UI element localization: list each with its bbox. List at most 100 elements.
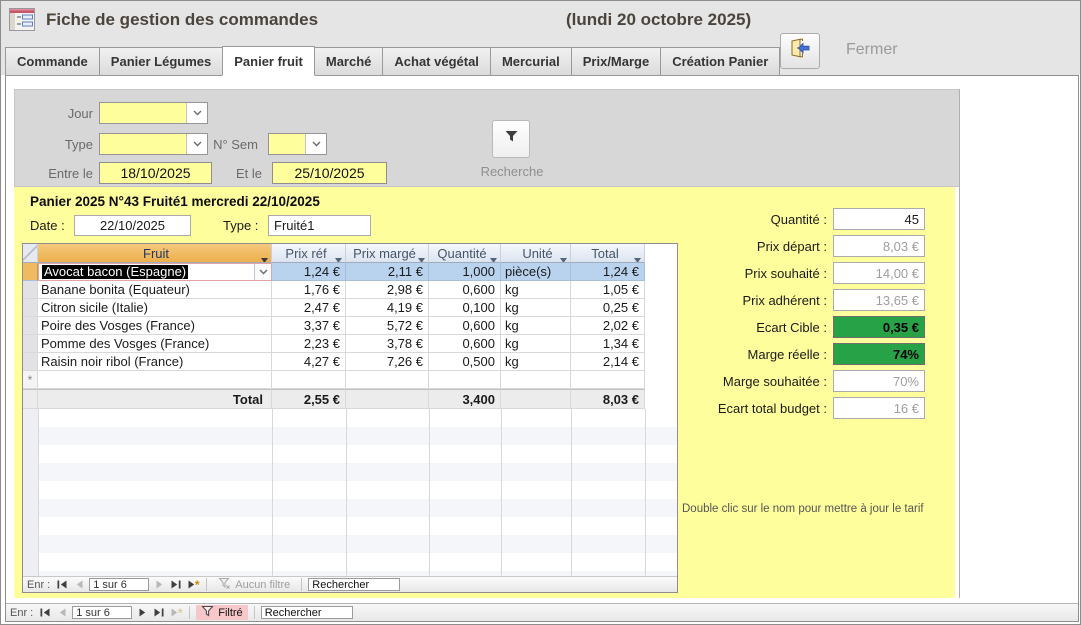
prix-ref-cell[interactable]: 1,76 € (272, 281, 346, 299)
next-record-button[interactable] (135, 606, 149, 619)
prix-ref-cell[interactable]: 3,37 € (272, 317, 346, 335)
corner-select-all[interactable] (23, 244, 38, 263)
dropdown-arrow-icon[interactable] (490, 251, 497, 263)
row-selector[interactable] (23, 335, 38, 353)
search-button[interactable] (492, 120, 530, 158)
column-header-quantite[interactable]: Quantité (429, 244, 501, 263)
fruit-cell[interactable]: Poire des Vosges (France) (38, 317, 272, 335)
tab-panier-fruit[interactable]: Panier fruit (222, 46, 315, 76)
previous-record-button[interactable] (72, 578, 86, 591)
column-header-prix-ref[interactable]: Prix réf (272, 244, 346, 263)
quantite-cell[interactable]: 0,100 (429, 299, 501, 317)
new-record-button[interactable]: * (169, 606, 183, 619)
no-filter-toggle[interactable]: Aucun filtre (213, 577, 295, 592)
new-record-selector[interactable]: * (23, 371, 38, 389)
prix-ref-cell[interactable]: 1,24 € (272, 263, 346, 281)
fruit-combobox[interactable]: Avocat bacon (Espagne) (38, 263, 272, 281)
record-position[interactable]: 1 sur 6 (89, 578, 149, 591)
exit-door-icon (788, 38, 812, 65)
dropdown-arrow-icon[interactable] (261, 251, 268, 263)
row-selector (23, 389, 38, 409)
filter-row-type: Type N° Sem (15, 133, 327, 155)
prix-marge-cell[interactable] (346, 371, 429, 389)
close-form-button[interactable] (780, 33, 820, 69)
unite-cell[interactable]: kg (501, 281, 571, 299)
fruit-cell[interactable]: Citron sicile (Italie) (38, 299, 272, 317)
previous-record-button[interactable] (55, 606, 69, 619)
quantite-field[interactable]: 45 (833, 208, 925, 230)
column-header-fruit[interactable]: Fruit (38, 244, 272, 263)
first-record-button[interactable] (38, 606, 52, 619)
quantite-cell[interactable]: 0,600 (429, 281, 501, 299)
prix-marge-cell[interactable]: 7,26 € (346, 353, 429, 371)
chevron-down-icon[interactable] (305, 134, 326, 154)
row-selector[interactable] (23, 317, 38, 335)
tab-mercurial[interactable]: Mercurial (490, 47, 572, 76)
unite-cell[interactable]: kg (501, 299, 571, 317)
quantite-cell[interactable]: 0,500 (429, 353, 501, 371)
fruit-cell[interactable]: Pomme des Vosges (France) (38, 335, 272, 353)
tab-creation-panier[interactable]: Création Panier (660, 47, 780, 76)
total-prix-marge (346, 389, 429, 409)
tab-marche[interactable]: Marché (314, 47, 384, 76)
chevron-down-icon[interactable] (186, 134, 207, 154)
tab-prix-marge[interactable]: Prix/Marge (571, 47, 661, 76)
quantite-cell[interactable]: 1,000 (429, 263, 501, 281)
prix-marge-cell[interactable]: 5,72 € (346, 317, 429, 335)
record-position[interactable]: 1 sur 6 (72, 606, 132, 619)
prix-ref-cell[interactable]: 2,47 € (272, 299, 346, 317)
column-header-prix-marge[interactable]: Prix margé (346, 244, 429, 263)
quantite-cell[interactable]: 0,600 (429, 317, 501, 335)
chevron-down-icon[interactable] (254, 264, 271, 280)
row-selector[interactable] (23, 281, 38, 299)
chevron-down-icon[interactable] (186, 103, 207, 123)
marge-reelle-label: Marge réelle : (748, 347, 827, 362)
row-selector[interactable] (23, 299, 38, 317)
dropdown-arrow-icon[interactable] (335, 251, 342, 263)
last-record-button[interactable] (152, 606, 166, 619)
date-to-field[interactable]: 25/10/2025 (272, 162, 387, 184)
unite-cell[interactable]: kg (501, 317, 571, 335)
unite-cell[interactable]: pièce(s) (501, 263, 571, 281)
prix-marge-cell[interactable]: 3,78 € (346, 335, 429, 353)
row-selector[interactable] (23, 353, 38, 371)
prix-ref-cell[interactable]: 2,23 € (272, 335, 346, 353)
divider (189, 606, 190, 619)
last-record-button[interactable] (169, 578, 183, 591)
panier-date-field[interactable]: 22/10/2025 (74, 215, 191, 236)
total-row: Total 2,55 € 3,400 8,03 € (23, 389, 677, 409)
tab-panier-legumes[interactable]: Panier Légumes (99, 47, 223, 76)
prix-marge-cell[interactable]: 2,11 € (346, 263, 429, 281)
quantite-cell[interactable]: 0,600 (429, 335, 501, 353)
filtered-toggle[interactable]: Filtré (196, 605, 247, 620)
next-record-button[interactable] (152, 578, 166, 591)
unite-cell[interactable] (501, 371, 571, 389)
record-search-input[interactable]: Rechercher (308, 578, 400, 591)
row-selector[interactable] (23, 263, 38, 281)
filter-funnel-icon (503, 128, 520, 150)
record-search-input[interactable]: Rechercher (261, 606, 353, 619)
panier-type-field[interactable]: Fruité1 (268, 215, 371, 236)
new-record-button[interactable]: * (186, 578, 200, 591)
unite-cell[interactable]: kg (501, 335, 571, 353)
first-record-button[interactable] (55, 578, 69, 591)
table-row: Raisin noir ribol (France) 4,27 € 7,26 €… (23, 353, 677, 371)
column-header-unite[interactable]: Unité (501, 244, 571, 263)
dropdown-arrow-icon[interactable] (560, 251, 567, 263)
dropdown-arrow-icon[interactable] (418, 251, 425, 263)
fruit-cell[interactable] (38, 371, 272, 389)
fruit-cell[interactable]: Banane bonita (Equateur) (38, 281, 272, 299)
quantite-cell[interactable] (429, 371, 501, 389)
prix-marge-cell[interactable]: 4,19 € (346, 299, 429, 317)
prix-ref-cell[interactable] (272, 371, 346, 389)
fruit-cell[interactable]: Raisin noir ribol (France) (38, 353, 272, 371)
type-combobox[interactable] (99, 133, 208, 155)
tab-achat-vegetal[interactable]: Achat végétal (382, 47, 491, 76)
date-from-field[interactable]: 18/10/2025 (99, 162, 212, 184)
prix-marge-cell[interactable]: 2,98 € (346, 281, 429, 299)
num-sem-combobox[interactable] (268, 133, 327, 155)
tab-commande[interactable]: Commande (5, 47, 100, 76)
prix-ref-cell[interactable]: 4,27 € (272, 353, 346, 371)
unite-cell[interactable]: kg (501, 353, 571, 371)
jour-combobox[interactable] (99, 102, 208, 124)
